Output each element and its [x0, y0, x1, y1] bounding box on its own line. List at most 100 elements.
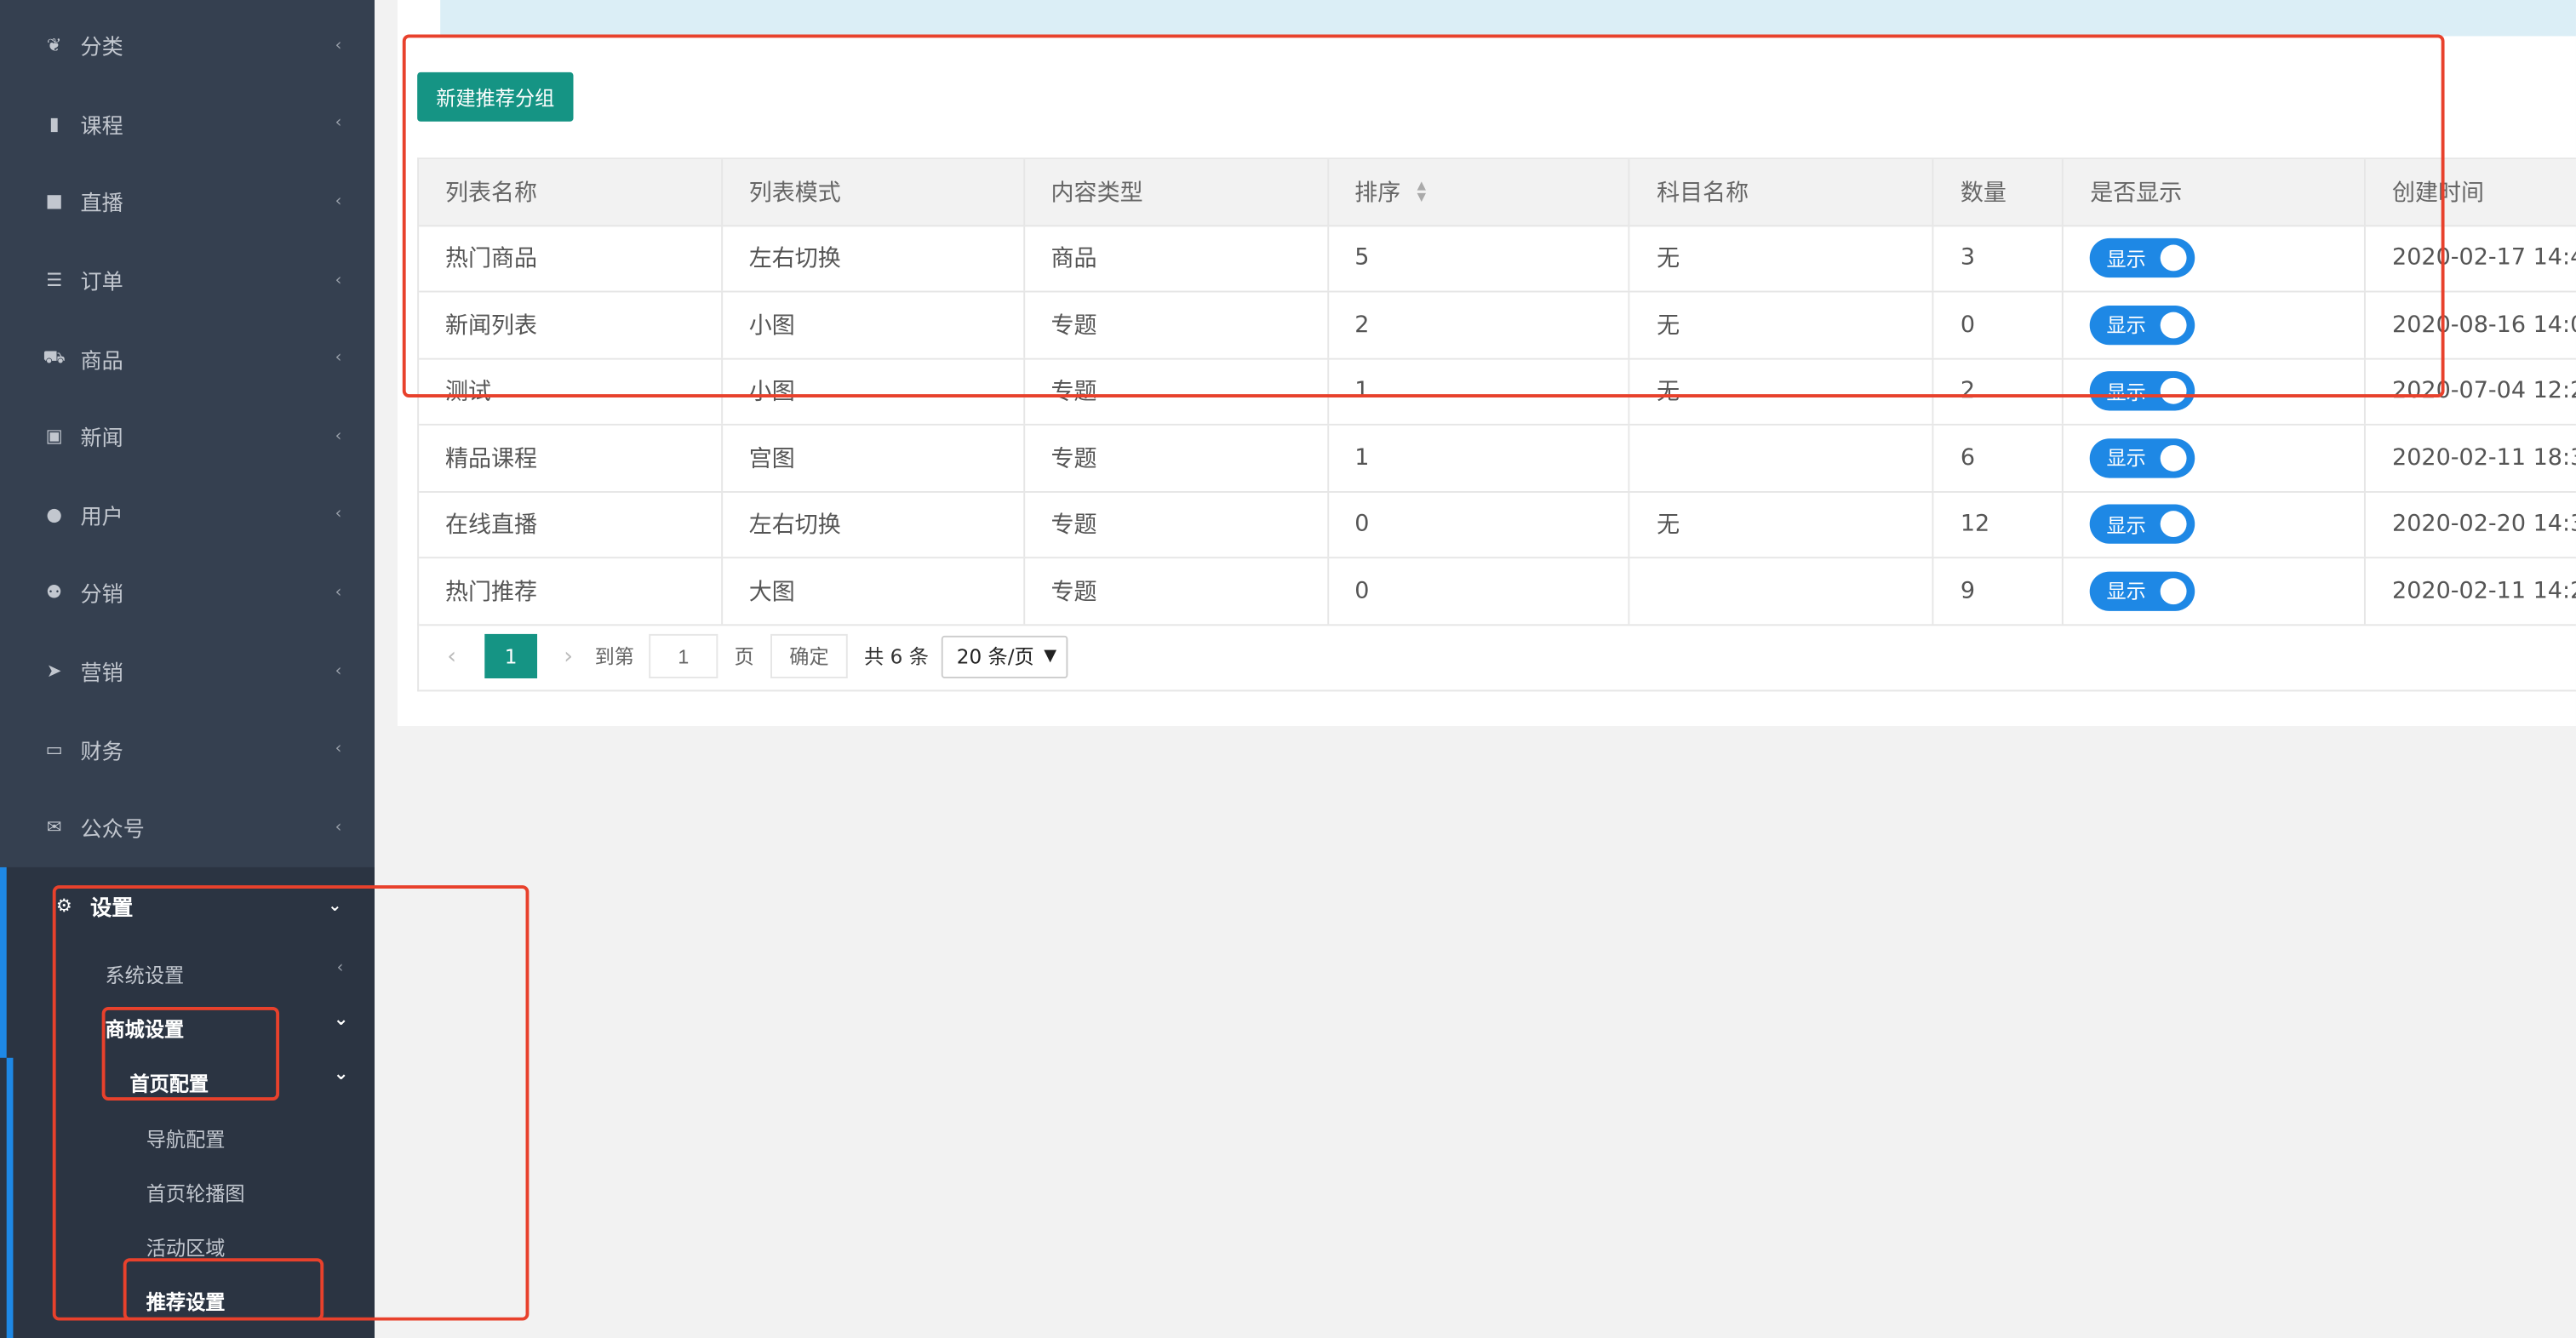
- sidebar-item-10[interactable]: ✉ 公众号 ‹: [0, 788, 375, 866]
- header-cell: 列表模式: [723, 159, 1025, 225]
- sort-icon[interactable]: ▲ ▼: [1417, 180, 1426, 203]
- image-icon: ▣: [45, 426, 63, 448]
- visibility-toggle[interactable]: 显示: [2090, 571, 2195, 611]
- sidebar-item-3[interactable]: ☰ 订单 ‹: [0, 241, 375, 319]
- sidebar-sub-banner[interactable]: 首页轮播图: [146, 1180, 245, 1208]
- page-size-select[interactable]: 20 条/页 ▼: [942, 634, 1068, 678]
- sidebar-sub-activity[interactable]: 活动区域: [146, 1233, 226, 1261]
- sidebar-sub-mall-settings[interactable]: 商城设置: [106, 1015, 185, 1044]
- toggle-label: 显示: [2106, 580, 2146, 603]
- sidebar-sub-recommend[interactable]: 推荐设置: [146, 1288, 226, 1316]
- cell-type: 专题: [1025, 558, 1329, 624]
- page-size-value: 20 条/页: [956, 645, 1034, 669]
- sidebar-item-label: 订单: [80, 271, 123, 296]
- chevron-left-icon: ‹: [335, 427, 342, 446]
- sidebar-sub-home-config[interactable]: 首页配置: [129, 1069, 209, 1097]
- cell-visibility: 显示: [2064, 292, 2367, 357]
- sidebar-item-4[interactable]: ⛟ 商品 ‹: [0, 319, 375, 397]
- cell-visibility: 显示: [2064, 558, 2367, 624]
- chevron-down-icon: ▼: [1044, 647, 1057, 666]
- cell-created: 2020-02-17 14:41: [2392, 245, 2576, 272]
- sidebar-item-2[interactable]: ■ 直播 ‹: [0, 163, 375, 241]
- sidebar-item-5[interactable]: ▣ 新闻 ‹: [0, 397, 375, 476]
- cell-name: 新闻列表: [419, 292, 723, 357]
- visibility-toggle[interactable]: 显示: [2090, 504, 2195, 545]
- cell-sort: 1: [1328, 358, 1631, 424]
- sub-label: 推荐设置: [146, 1290, 226, 1314]
- cell-type: 专题: [1025, 358, 1329, 424]
- user-icon: ●: [46, 504, 62, 526]
- cell-name: 在线直播: [419, 491, 723, 558]
- chevron-left-icon: ‹: [335, 583, 342, 603]
- table-row: 热门商品左右切换商品5无3 显示 2020-02-17 14:41: [419, 226, 2576, 293]
- toggle-knob: [2161, 511, 2188, 538]
- sub-label: 商城设置: [105, 1018, 185, 1042]
- cell-created: 2020-08-16 14:09: [2392, 312, 2576, 339]
- cell-name: 测试: [419, 358, 723, 424]
- chevron-left-icon: ‹: [335, 114, 342, 134]
- cell-name: 精品课程: [419, 425, 723, 491]
- table-row: 热门推荐大图专题0 9 显示 2020-02-11 14:20: [419, 558, 2576, 626]
- sidebar-item-label: 分类: [80, 37, 123, 61]
- gear-icon: ⚙: [55, 895, 72, 918]
- sidebar-item-label: 营销: [80, 661, 123, 687]
- cell-visibility: 显示: [2064, 226, 2367, 291]
- pagination: ‹ 1 › 到第 页 确定 共 6 条 20 条/页 ▼: [417, 622, 2576, 692]
- sidebar-item-7[interactable]: ⚉ 分销 ‹: [0, 554, 375, 632]
- chevron-left-icon: ‹: [335, 661, 342, 681]
- sidebar-item-9[interactable]: ▭ 财务 ‹: [0, 710, 375, 788]
- goto-page-input[interactable]: [649, 633, 718, 679]
- table-row: 新闻列表小图专题2无0 显示 2020-08-16 14:09: [419, 292, 2576, 359]
- cell-created: 2020-02-20 14:34: [2392, 511, 2576, 538]
- cell-sort: 0: [1328, 558, 1631, 624]
- page-number-current[interactable]: 1: [484, 633, 538, 679]
- sidebar-item-1[interactable]: ▮ 课程 ‹: [0, 85, 375, 163]
- confirm-goto-button[interactable]: 确定: [770, 633, 848, 679]
- header-cell: 是否显示: [2064, 159, 2367, 225]
- chevron-left-icon: ‹: [335, 349, 342, 368]
- new-recommend-group-button[interactable]: 新建推荐分组: [417, 71, 574, 122]
- cell-subject: 无: [1630, 491, 1934, 558]
- cell-sort: 2: [1328, 292, 1631, 357]
- table-body: 热门商品左右切换商品5无3显示2020-02-17 14:41新闻列表小图专题2…: [419, 226, 2576, 626]
- sidebar-item-label: 用户: [80, 506, 123, 531]
- video-camera-icon: ■: [45, 191, 63, 213]
- sidebar-item-label: 商品: [80, 349, 123, 375]
- next-page-icon[interactable]: ›: [552, 643, 585, 670]
- toggle-label: 显示: [2106, 314, 2146, 338]
- cell-sort: 5: [1328, 226, 1631, 291]
- table-header: 列表名称 列表模式 内容类型 排序 ▲ ▼ 科目名称 数量 是否显示 创建时间: [419, 159, 2576, 226]
- cell-visibility: 显示: [2064, 491, 2367, 558]
- chevron-left-icon: ‹: [335, 740, 342, 758]
- sidebar-item-0[interactable]: ❦ 分类 ‹: [0, 7, 375, 85]
- toggle-knob: [2161, 378, 2188, 405]
- toggle-label: 显示: [2106, 447, 2146, 471]
- header-cell: 数量: [1934, 159, 2064, 225]
- sidebar-sub-system-settings[interactable]: 系统设置: [106, 961, 185, 989]
- visibility-toggle[interactable]: 显示: [2090, 437, 2195, 478]
- visibility-toggle[interactable]: 显示: [2090, 371, 2195, 411]
- visibility-toggle[interactable]: 显示: [2090, 305, 2195, 345]
- header-cell-sort[interactable]: 排序 ▲ ▼: [1328, 159, 1631, 225]
- sidebar-sub-nav-config[interactable]: 导航配置: [146, 1125, 226, 1153]
- leaf-icon: ❦: [46, 35, 62, 57]
- active-indicator-sub: [6, 1057, 14, 1338]
- cell-name: 热门推荐: [419, 558, 723, 624]
- sub-label: 首页轮播图: [146, 1182, 245, 1206]
- table-row: 精品课程宫图专题1 6 显示 2020-02-11 18:30: [419, 425, 2576, 492]
- toggle-knob: [2161, 312, 2188, 339]
- sidebar-item-settings[interactable]: ⚙ 设置 ⌄: [0, 867, 375, 946]
- sub-label: 导航配置: [146, 1128, 226, 1152]
- wechat-icon: ✉: [46, 816, 62, 838]
- toggle-label: 显示: [2106, 380, 2146, 404]
- cell-mode: 左右切换: [723, 226, 1025, 291]
- visibility-toggle[interactable]: 显示: [2090, 238, 2195, 278]
- sidebar-item-6[interactable]: ● 用户 ‹: [0, 476, 375, 554]
- sidebar-item-label: 公众号: [80, 818, 145, 843]
- chevron-left-icon: ‹: [335, 192, 342, 211]
- sidebar-item-8[interactable]: ➤ 营销 ‹: [0, 632, 375, 710]
- sidebar-item-label: 财务: [80, 740, 123, 765]
- total-count: 共 6 条: [864, 645, 929, 669]
- prev-page-icon[interactable]: ‹: [435, 643, 468, 670]
- table-row: 测试小图专题1无2 显示 2020-07-04 12:27: [419, 358, 2576, 426]
